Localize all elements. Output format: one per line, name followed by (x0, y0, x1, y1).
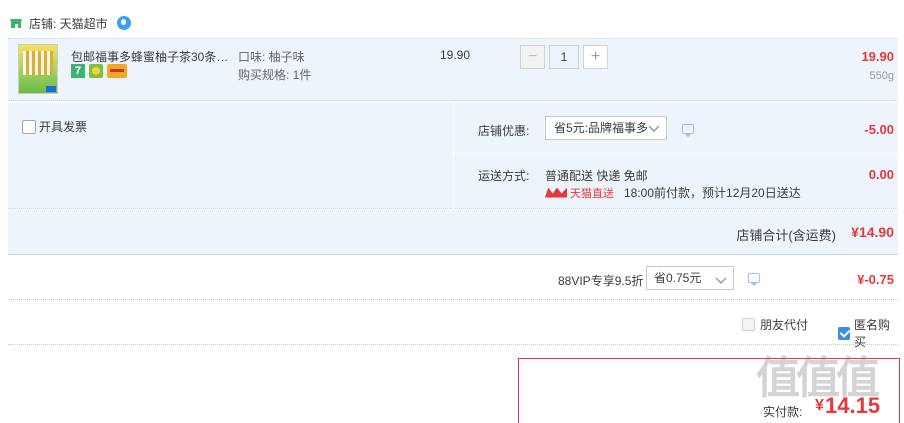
quantity-input[interactable]: 1 (549, 45, 579, 69)
vip-info-icon[interactable] (748, 273, 760, 286)
vip-discount-select[interactable]: 省0.75元 (646, 266, 734, 290)
order-options: 开具发票 店铺优惠: 省5元:品牌福事多 -5.00 运送方式: 普通配送 快递… (8, 103, 898, 209)
shop-icon (9, 17, 23, 29)
invoice-checkbox[interactable] (22, 119, 36, 134)
guarantee-icon (89, 64, 103, 78)
shipping-label: 运送方式: (478, 169, 530, 183)
discount-amount: -5.00 (864, 122, 894, 137)
subtotal-value: ¥14.90 (851, 224, 894, 240)
line-total: 19.90 (861, 49, 894, 64)
vip-select-value: 省0.75元 (654, 271, 702, 285)
credit-card-icon (107, 64, 127, 78)
chevron-down-icon (648, 120, 660, 132)
shop-subtotal: 店铺合计(含运费) ¥14.90 (8, 210, 898, 255)
discount-shipping-panel: 店铺优惠: 省5元:品牌福事多 -5.00 运送方式: 普通配送 快递 免邮 天… (453, 103, 898, 209)
product-spec: 购买规格: 1件 (238, 68, 312, 82)
purchase-options-row: 朋友代付 匿名购买 (8, 301, 898, 349)
shop-name[interactable]: 店铺: 天猫超市 (29, 15, 108, 32)
product-weight: 550g (869, 70, 894, 82)
wangwang-chat-icon[interactable] (116, 16, 131, 30)
discount-select-value: 省5元:品牌福事多 (554, 121, 649, 135)
vip-discount-row: 88VIP专享9.5折 省0.75元 ¥-0.75 (8, 258, 898, 300)
tmall-direct-label: 天猫直送 (570, 187, 614, 200)
vip-discount-amount: ¥-0.75 (857, 272, 894, 287)
quantity-decrease-button[interactable]: − (520, 45, 545, 69)
friend-pay-option[interactable]: 朋友代付 (742, 316, 808, 333)
vip-label: 88VIP专享9.5折 (558, 274, 644, 288)
shipping-amount: 0.00 (868, 167, 894, 182)
order-item-row: 包邮福事多蜂蜜柚子茶30条独... 7 口味: 柚子味 购买规格: 1件 19.… (8, 38, 898, 101)
product-title[interactable]: 包邮福事多蜂蜜柚子茶30条独... (71, 48, 229, 65)
shipping-method: 普通配送 快递 免邮 (545, 169, 648, 183)
subtotal-label: 店铺合计(含运费) (736, 228, 836, 243)
options-divider (453, 153, 898, 154)
chevron-down-icon (715, 272, 727, 284)
unit-price: 19.90 (440, 48, 471, 62)
watermark-logo: 值值值 (756, 354, 880, 403)
seven-day-return-icon: 7 (71, 64, 85, 78)
friend-pay-label: 朋友代付 (760, 318, 809, 332)
discount-select[interactable]: 省5元:品牌福事多 (545, 116, 667, 140)
tmall-logo-icon (545, 187, 567, 198)
shop-header: 店铺: 天猫超市 (0, 12, 131, 34)
product-thumbnail[interactable] (18, 44, 58, 94)
discount-label: 店铺优惠: (478, 124, 530, 138)
tmall-direct-info: 天猫直送 18:00前付款，预计12月20日送达 (545, 184, 801, 201)
invoice-label: 开具发票 (39, 120, 88, 134)
product-flavor: 口味: 柚子味 (238, 50, 305, 64)
anonymous-buy-checkbox[interactable] (838, 326, 850, 340)
invoice-option[interactable]: 开具发票 (22, 118, 87, 135)
friend-pay-checkbox[interactable] (742, 318, 755, 331)
product-badges: 7 (71, 64, 127, 78)
quantity-stepper: − 1 + (520, 45, 608, 69)
quantity-increase-button[interactable]: + (583, 45, 608, 69)
discount-info-icon[interactable] (682, 124, 694, 137)
delivery-estimate: 18:00前付款，预计12月20日送达 (624, 186, 801, 200)
